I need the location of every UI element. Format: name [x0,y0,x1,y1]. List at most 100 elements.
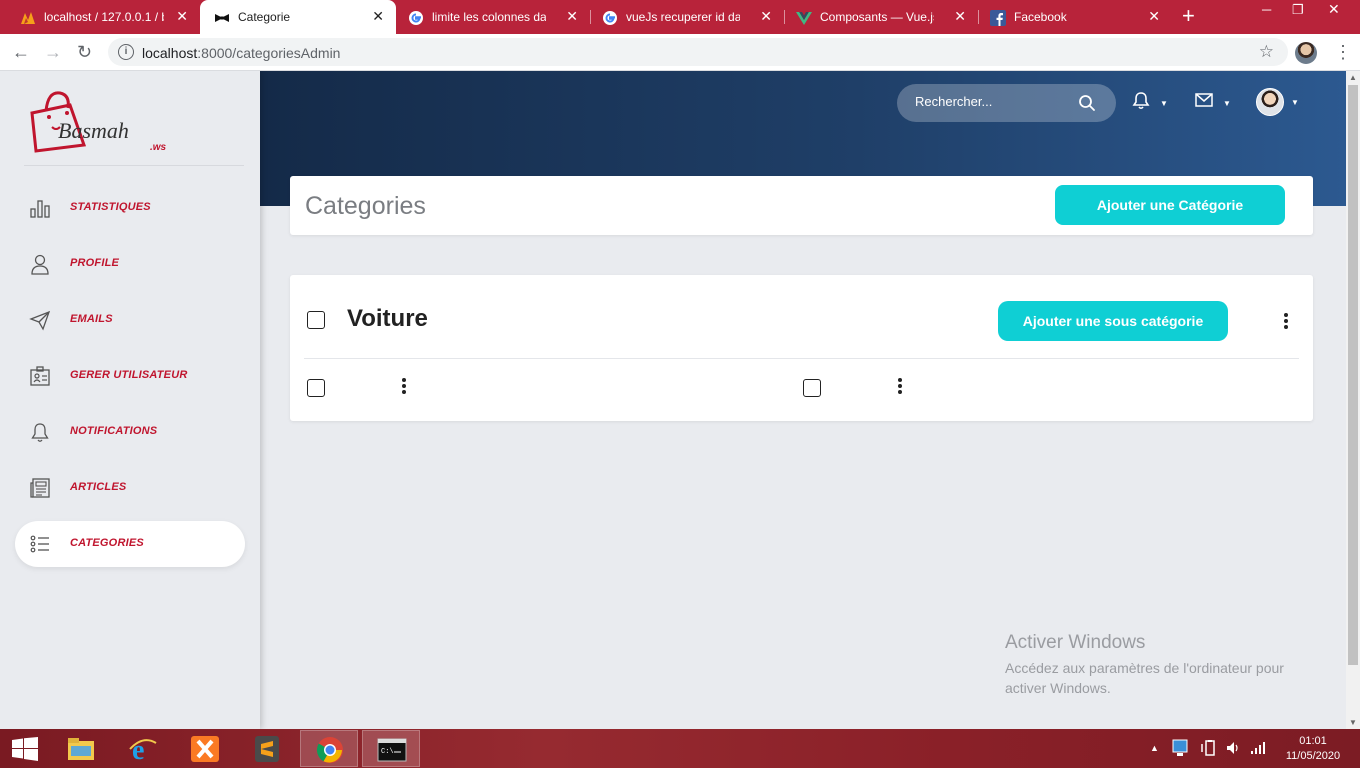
tab-close-icon[interactable]: ✕ [1148,8,1160,24]
browser-profile-avatar[interactable] [1295,42,1317,64]
taskbar-xampp[interactable] [176,730,234,767]
tab-vue[interactable]: Composants — Vue.js ✕ [784,0,978,34]
subcategory-checkbox[interactable] [307,379,325,397]
taskbar-chrome[interactable] [300,730,358,767]
svg-text:e: e [132,735,144,763]
restore-icon[interactable]: ❐ [1292,2,1304,18]
scroll-down-icon[interactable]: ▼ [1349,718,1357,727]
sidebar-item-label: PROFILE [70,257,120,269]
category-card: Voiture Ajouter une sous catégorie [290,275,1313,421]
sidebar-item-label: NOTIFICATIONS [70,425,158,437]
reload-icon[interactable]: ↻ [77,42,92,62]
page-title-card: Categories Ajouter une Catégorie [290,176,1313,235]
xampp-icon [191,736,219,762]
activation-title: Activer Windows [1005,632,1146,653]
messages-dropdown[interactable]: ▼ [1195,91,1235,115]
page-title: Categories [305,192,426,220]
network-tray-icon[interactable] [1172,739,1188,757]
site-info-icon[interactable]: i [118,44,134,60]
add-subcategory-button[interactable]: Ajouter une sous catégorie [998,301,1228,341]
sidebar-item-profile[interactable]: PROFILE [15,241,245,287]
logo-divider [24,165,244,166]
category-name: Voiture [347,305,428,332]
tab-label: localhost / 127.0.0.1 / ba [44,10,164,24]
add-category-button[interactable]: Ajouter une Catégorie [1055,185,1285,225]
page-content: ▼ ▼ ▼ Basmah .ws STATISTIQUES PROFILE [0,71,1346,729]
url-path: :8000/categoriesAdmin [197,45,341,61]
url-bar[interactable]: i localhost:8000/categoriesAdmin ☆ [108,38,1288,66]
sidebar-item-notifications[interactable]: NOTIFICATIONS [15,409,245,455]
volume-tray-icon[interactable] [1226,740,1242,756]
caret-down-icon: ▼ [1160,99,1168,108]
caret-down-icon[interactable]: ▼ [1291,98,1299,107]
phpmyadmin-icon [21,12,35,24]
page-scrollbar[interactable]: ▲ ▼ [1346,71,1360,729]
windows-taskbar: e C:\ ▲ 01:01 11/05/2020 [0,729,1360,768]
category-checkbox[interactable] [307,311,325,329]
tab-label: limite les colonnes dans [432,10,546,24]
subcategory-menu-icon[interactable] [401,378,407,396]
subcategory-checkbox[interactable] [803,379,821,397]
tab-close-icon[interactable]: ✕ [760,8,772,24]
tab-label: Facebook [1014,10,1067,24]
sidebar-item-label: GERER UTILISATEUR [70,369,188,381]
tab-categorie[interactable]: Categorie ✕ [200,0,396,34]
user-avatar[interactable] [1256,88,1284,116]
tab-facebook[interactable]: Facebook ✕ [978,0,1172,34]
sidebar-item-label: CATEGORIES [70,537,144,549]
bell-icon [1132,92,1150,110]
battery-tray-icon[interactable] [1200,740,1218,756]
sidebar-item-emails[interactable]: EMAILS [15,297,245,343]
sidebar-item-articles[interactable]: ARTICLES [15,465,245,511]
forward-icon[interactable]: → [44,42,62,62]
notifications-dropdown[interactable]: ▼ [1132,91,1172,115]
sidebar-item-gerer-utilisateur[interactable]: GERER UTILISATEUR [15,353,245,399]
signal-tray-icon[interactable] [1250,741,1266,755]
tab-close-icon[interactable]: ✕ [566,8,578,24]
google-icon [603,11,617,25]
minimize-icon[interactable]: ─ [1262,2,1271,17]
tab-close-icon[interactable]: ✕ [176,8,188,24]
tab-google-2[interactable]: vueJs recuperer id dans l ✕ [590,0,784,34]
logo-text: Basmah [58,118,129,143]
category-menu-icon[interactable] [1283,313,1289,331]
taskbar-clock[interactable]: 01:01 11/05/2020 [1278,734,1348,764]
sidebar-item-statistiques[interactable]: STATISTIQUES [15,185,245,231]
bookmark-star-icon[interactable]: ☆ [1259,42,1274,62]
back-icon[interactable]: ← [12,42,30,62]
google-icon [409,11,423,25]
url-text: localhost:8000/categoriesAdmin [142,45,340,61]
category-divider [304,358,1299,359]
search-icon[interactable] [1078,94,1096,112]
tab-phpmyadmin[interactable]: localhost / 127.0.0.1 / ba ✕ [0,0,200,34]
sidebar-item-categories[interactable]: CATEGORIES [15,521,245,567]
scrollbar-thumb[interactable] [1348,85,1358,665]
sidebar: Basmah .ws STATISTIQUES PROFILE EMAILS G… [0,71,260,729]
windows-start-icon[interactable] [12,737,38,761]
new-tab-icon[interactable]: + [1182,5,1195,27]
taskbar-sublime-text[interactable] [238,730,296,767]
tab-google-1[interactable]: limite les colonnes dans ✕ [396,0,590,34]
window-close-icon[interactable]: ✕ [1328,1,1340,18]
basmah-logo[interactable]: Basmah .ws [22,83,182,163]
tab-label: Composants — Vue.js [820,10,934,24]
taskbar-command-prompt[interactable]: C:\ [362,730,420,767]
tray-expand-icon[interactable]: ▲ [1150,743,1159,753]
bell-icon [31,423,49,442]
tab-close-icon[interactable]: ✕ [954,8,966,24]
browser-menu-icon[interactable]: ⋮ [1334,42,1352,62]
taskbar-internet-explorer[interactable]: e [114,730,172,767]
scroll-up-icon[interactable]: ▲ [1349,73,1357,82]
id-card-icon [30,366,50,386]
search-input[interactable] [915,94,1075,109]
subcategory-menu-icon[interactable] [897,378,903,396]
tab-close-icon[interactable]: ✕ [372,8,384,24]
chrome-icon [316,737,343,763]
taskbar-file-explorer[interactable] [52,730,110,767]
windows-activation-watermark: Activer Windows Accédez aux paramètres d… [1005,632,1315,698]
envelope-icon [1195,93,1213,107]
sidebar-item-label: EMAILS [70,313,113,325]
url-host: localhost [142,45,198,61]
svg-text:C:\: C:\ [381,748,394,756]
logo-suffix: .ws [150,142,167,153]
